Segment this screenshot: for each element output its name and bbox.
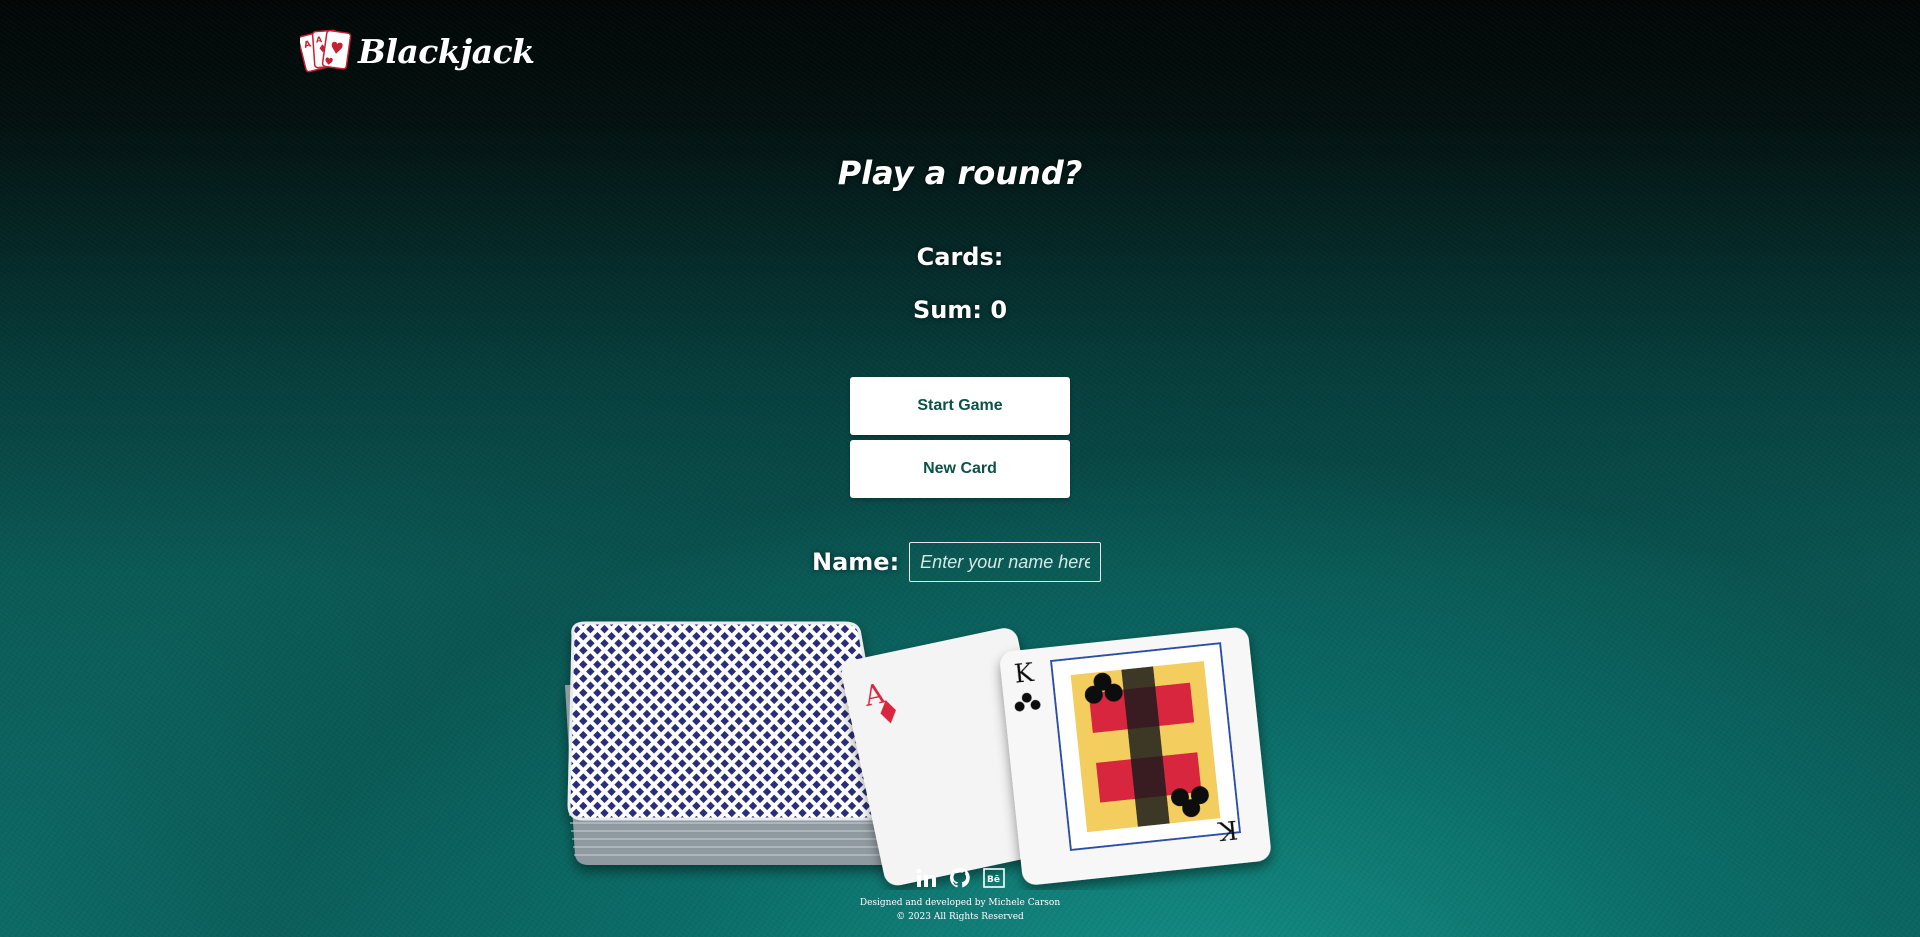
playing-cards-icon: A A: [300, 29, 352, 73]
cards-display: Cards:: [916, 243, 1004, 271]
card-deck-icon: [565, 621, 896, 865]
new-card-button[interactable]: New Card: [850, 440, 1070, 498]
sum-display: Sum: 0: [912, 296, 1008, 324]
name-input[interactable]: [909, 542, 1102, 582]
github-icon[interactable]: [948, 866, 972, 890]
cards-illustration: A K K: [565, 621, 1271, 886]
logo-text: Blackjack: [358, 31, 535, 71]
name-label: Name:: [812, 548, 900, 576]
name-field-group: Name:: [812, 542, 1102, 582]
behance-icon[interactable]: Bē: [982, 866, 1006, 890]
linkedin-icon[interactable]: [914, 866, 938, 890]
social-links: Bē: [0, 866, 1920, 890]
king-card: K K: [1000, 627, 1271, 885]
footer-credit: Designed and developed by Michele Carson: [859, 898, 1061, 908]
footer-copyright: © 2023 All Rights Reserved: [896, 912, 1024, 922]
page-title: Play a round?: [837, 154, 1083, 192]
svg-text:K: K: [1216, 813, 1239, 845]
svg-text:K: K: [1013, 658, 1036, 690]
site-logo[interactable]: A A Blackjack: [300, 26, 535, 76]
svg-text:Bē: Bē: [987, 875, 1000, 885]
start-game-button[interactable]: Start Game: [850, 377, 1070, 435]
